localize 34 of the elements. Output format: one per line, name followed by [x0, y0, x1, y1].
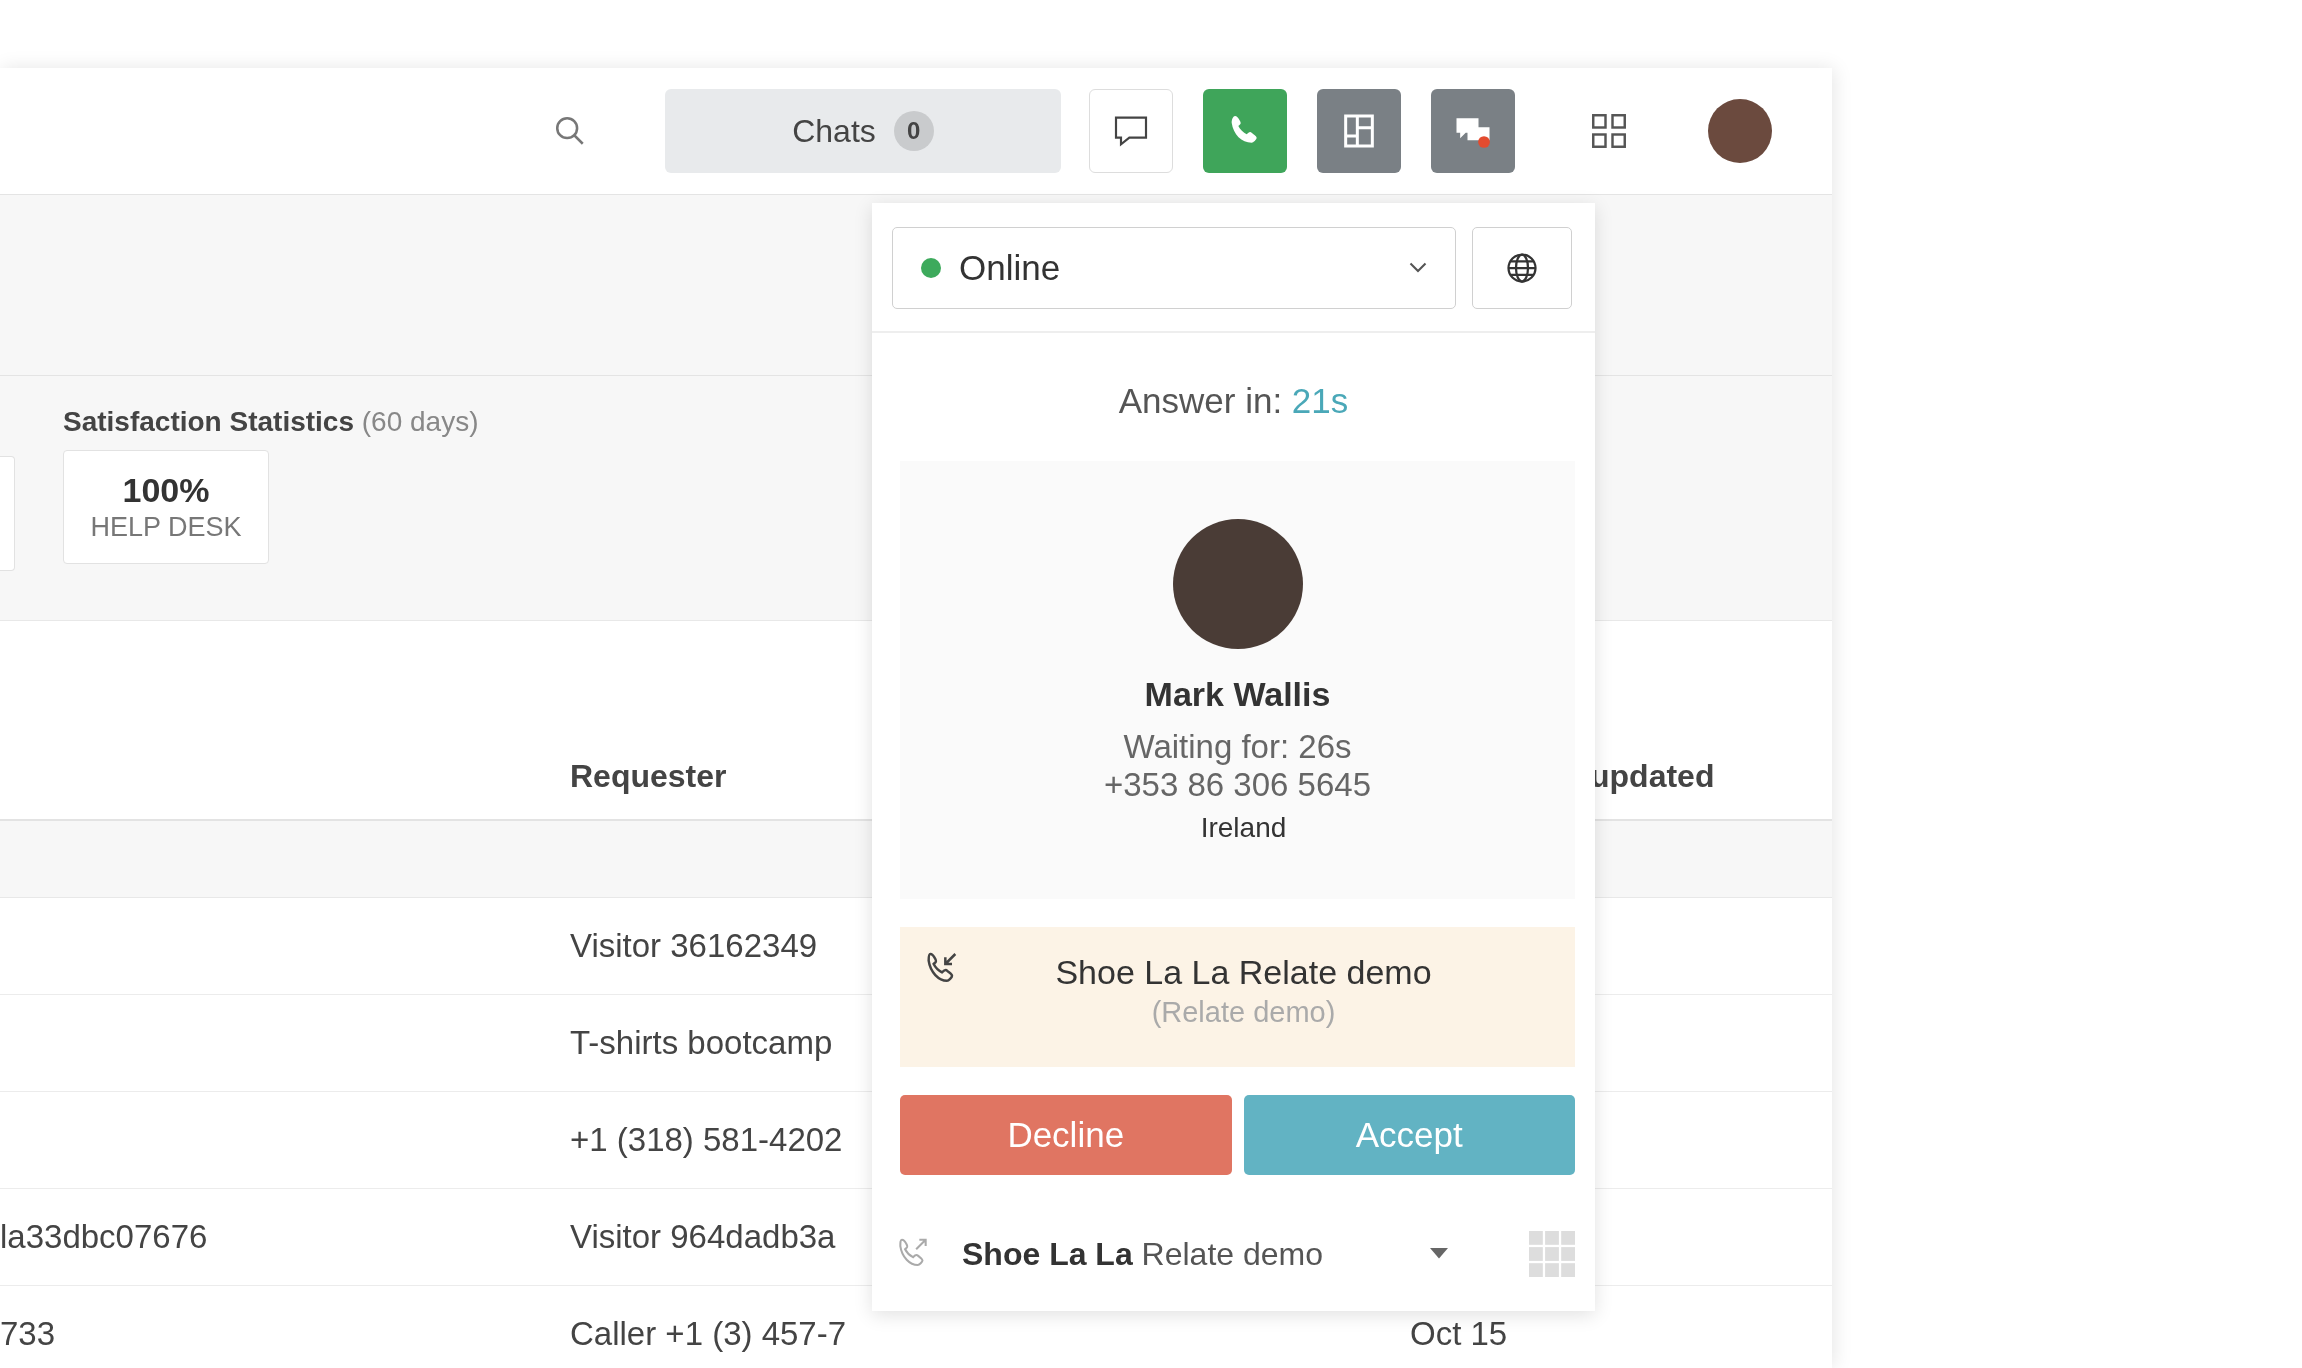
online-status-dot	[921, 258, 941, 278]
globe-button[interactable]	[1472, 227, 1572, 309]
line-selector-label: Shoe La La Relate demo	[962, 1235, 1324, 1273]
chats-button[interactable]: Chats 0	[665, 89, 1061, 173]
table-cell: Visitor 36162349	[570, 927, 818, 964]
answer-timer: Answer in: 21s	[1118, 381, 1349, 421]
chat-alert-button[interactable]	[1431, 89, 1515, 173]
table-cell: la33dbc07676	[0, 1218, 208, 1255]
status-dropdown[interactable]: Online	[892, 227, 1456, 309]
caller-country: Ireland	[1199, 812, 1287, 844]
table-cell: Oct 15	[1410, 1315, 1508, 1352]
phone-button[interactable]	[1203, 89, 1287, 173]
table-cell: +1 (318) 581-4202	[570, 1121, 843, 1158]
stat-label: HELP DESK	[90, 512, 242, 543]
chats-count: 0	[893, 111, 934, 151]
table-cell: Visitor 964dadb3a	[570, 1218, 836, 1255]
column-header[interactable]: Requester	[570, 758, 727, 794]
chevron-icon	[1409, 262, 1427, 274]
table-cell: 733	[0, 1315, 56, 1352]
line-title: Shoe La La Relate demo	[1055, 953, 1432, 992]
chat-button[interactable]	[1089, 89, 1173, 173]
line-subtitle: (Relate demo)	[1151, 996, 1336, 1029]
table-cell: T-shirts bootcamp	[570, 1024, 833, 1061]
caller-phone: +353 86 306 5645	[1104, 766, 1371, 804]
line-selector[interactable]: Shoe La La Relate demo	[962, 1235, 1499, 1273]
caller-name: Mark Wallis	[1144, 675, 1331, 714]
status-label: Online	[959, 248, 1062, 288]
waiting-time: Waiting for: 26s	[1123, 728, 1352, 766]
layout-button[interactable]	[1317, 89, 1401, 173]
globe-icon	[1504, 250, 1540, 286]
table-cell: Caller +1 (3) 457-7	[570, 1315, 847, 1352]
stats-title: Satisfaction Statistics (60 days)	[63, 406, 479, 438]
stat-value: 100%	[122, 471, 210, 510]
dropdown-caret-icon	[1429, 1248, 1449, 1260]
